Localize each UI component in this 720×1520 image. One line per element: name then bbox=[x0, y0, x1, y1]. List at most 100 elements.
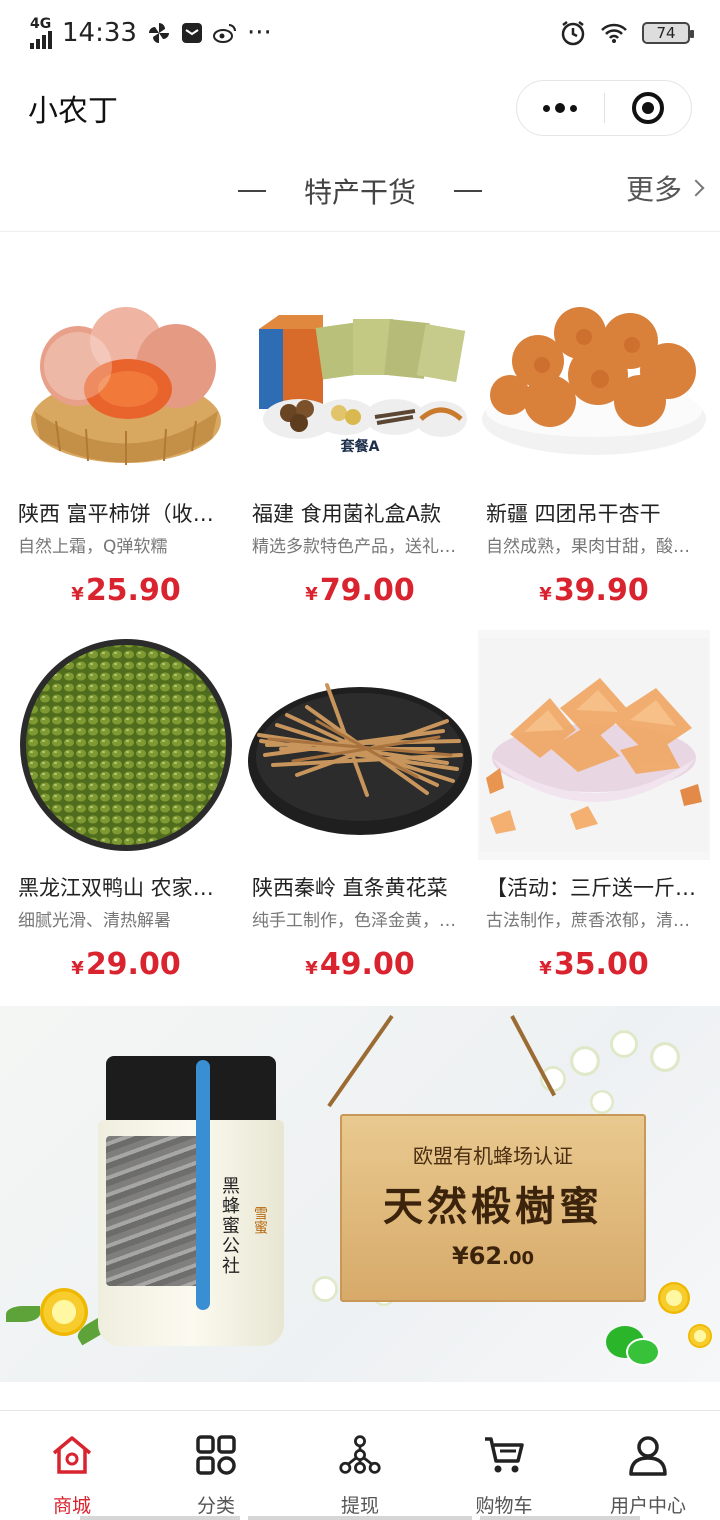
banner-price-dec: .00 bbox=[502, 1248, 534, 1269]
alarm-icon bbox=[561, 21, 585, 46]
lemon-slice-image bbox=[688, 1324, 712, 1348]
flower-image bbox=[312, 1276, 338, 1302]
image-caption: 套餐A bbox=[340, 439, 380, 455]
withdraw-network-icon bbox=[338, 1433, 382, 1477]
dried-persimmon-icon bbox=[31, 307, 221, 465]
product-image bbox=[478, 630, 710, 860]
tab-label: 商城 bbox=[52, 1495, 91, 1517]
product-title: 【活动：三斤送一斤】老冰糖 bbox=[486, 876, 710, 900]
status-bar: 4G 14:33 ··· 74 bbox=[0, 0, 720, 66]
product-price: ¥49.00 bbox=[244, 947, 476, 982]
tab-cart[interactable]: 购物车 bbox=[432, 1411, 576, 1520]
section-title-wrap: 特产干货 bbox=[237, 171, 482, 211]
currency-symbol: ¥ bbox=[539, 958, 552, 979]
tab-withdraw[interactable]: 提现 bbox=[288, 1411, 432, 1520]
category-grid-icon bbox=[194, 1433, 238, 1477]
spoon-graphic bbox=[196, 1060, 210, 1310]
currency-symbol: ¥ bbox=[71, 958, 84, 979]
currency-symbol: ¥ bbox=[305, 584, 318, 605]
daylily-icon bbox=[248, 683, 472, 835]
product-card[interactable]: 陕西 富平柿饼（收藏加购优先发货） 自然上霜，Q弹软糯 ¥25.90 bbox=[10, 256, 242, 608]
page-title: 小农丁 bbox=[28, 94, 118, 129]
price-value: 49.00 bbox=[319, 947, 415, 982]
gesture-bar bbox=[248, 1516, 472, 1520]
gesture-bar bbox=[80, 1516, 240, 1520]
tab-label: 购物车 bbox=[475, 1495, 533, 1517]
leaf-image bbox=[6, 1306, 40, 1322]
title-bar: 小农丁 bbox=[0, 66, 720, 150]
more-label: 更多 bbox=[625, 173, 682, 206]
home-icon bbox=[50, 1433, 94, 1477]
price-value: 29.00 bbox=[85, 947, 181, 982]
more-notifications: ··· bbox=[246, 18, 272, 48]
banner-currency: ¥ bbox=[452, 1242, 469, 1270]
weibo-icon bbox=[212, 24, 236, 43]
product-price: ¥39.90 bbox=[478, 573, 710, 608]
more-dots-icon bbox=[543, 103, 578, 113]
clock: 14:33 bbox=[62, 18, 137, 48]
jar-photo-label bbox=[106, 1136, 201, 1286]
currency-symbol: ¥ bbox=[71, 584, 84, 605]
promo-banner[interactable]: 欧盟有机蜂场认证 天然椴樹蜜 ¥62.00 黑蜂蜜公社 雪蜜 bbox=[0, 1006, 720, 1382]
tab-category[interactable]: 分类 bbox=[144, 1411, 288, 1520]
product-image bbox=[478, 256, 710, 486]
product-title: 新疆 四团吊干杏干 bbox=[486, 502, 661, 526]
jar-lid bbox=[106, 1056, 276, 1126]
product-desc: 精选多款特色产品，送礼佳品 bbox=[252, 537, 473, 557]
product-card[interactable]: 【活动：三斤送一斤】老冰糖 古法制作，蔗香浓郁，清甜润口 ¥35.00 bbox=[478, 630, 710, 982]
product-price: ¥35.00 bbox=[478, 947, 710, 982]
honey-jar-image: 黑蜂蜜公社 雪蜜 bbox=[98, 1056, 284, 1348]
product-price: ¥79.00 bbox=[244, 573, 476, 608]
price-value: 79.00 bbox=[319, 573, 415, 608]
battery-level: 74 bbox=[656, 24, 676, 42]
title-dash-right bbox=[454, 189, 482, 192]
product-card[interactable]: 陕西秦岭 直条黄花菜 纯手工制作，色泽金黄，口感爽滑 ¥49.00 bbox=[244, 630, 476, 982]
product-image bbox=[10, 630, 242, 860]
more-options-button[interactable] bbox=[517, 81, 604, 135]
flower-image bbox=[590, 1090, 614, 1114]
lemon-slice-image bbox=[658, 1282, 690, 1314]
rock-sugar-icon bbox=[480, 638, 708, 852]
cart-icon bbox=[482, 1433, 526, 1477]
product-title: 陕西 富平柿饼（收藏加购优先发货） bbox=[18, 502, 242, 526]
banner-headline: 天然椴樹蜜 bbox=[383, 1183, 603, 1230]
product-image bbox=[244, 630, 476, 860]
price-value: 39.90 bbox=[553, 573, 649, 608]
section-header: 特产干货 更多 bbox=[0, 150, 720, 232]
hanging-rope bbox=[327, 1014, 394, 1108]
banner-price-int: 62 bbox=[468, 1242, 503, 1270]
price-value: 35.00 bbox=[553, 947, 649, 982]
jar-tag: 雪蜜 bbox=[252, 1206, 268, 1234]
product-image: 套餐A bbox=[244, 256, 476, 486]
product-card[interactable]: 套餐A 福建 食用菌礼盒A款 精选多款特色产品，送礼佳品 ¥79.00 bbox=[244, 256, 476, 608]
product-price: ¥29.00 bbox=[10, 947, 242, 982]
product-title: 黑龙江双鸭山 农家绿豆 bbox=[18, 876, 235, 900]
flower-image bbox=[570, 1046, 600, 1076]
product-title: 福建 食用菌礼盒A款 bbox=[252, 502, 442, 526]
flower-image bbox=[650, 1042, 680, 1072]
product-desc: 自然上霜，Q弹软糯 bbox=[18, 537, 168, 557]
gesture-bar bbox=[480, 1516, 640, 1520]
user-icon bbox=[626, 1433, 670, 1477]
more-link[interactable]: 更多 bbox=[625, 168, 705, 208]
network-type: 4G bbox=[30, 16, 52, 32]
wechat-icon[interactable] bbox=[606, 1326, 662, 1370]
product-card[interactable]: 黑龙江双鸭山 农家绿豆 细腻光滑、清热解暑 ¥29.00 bbox=[10, 630, 242, 982]
tab-mall[interactable]: 商城 bbox=[0, 1411, 144, 1520]
product-card[interactable]: 新疆 四团吊干杏干 自然成熟，果肉甘甜，酸甜可口 ¥39.90 bbox=[478, 256, 710, 608]
wifi-icon bbox=[601, 23, 627, 43]
tab-user-center[interactable]: 用户中心 bbox=[576, 1411, 720, 1520]
mini-program-capsule bbox=[516, 80, 692, 136]
close-mini-program-button[interactable] bbox=[605, 81, 692, 135]
signal-icon bbox=[30, 31, 52, 49]
product-image bbox=[10, 256, 242, 486]
price-value: 25.90 bbox=[85, 573, 181, 608]
product-desc: 自然成熟，果肉甘甜，酸甜可口 bbox=[486, 537, 710, 557]
tab-label: 用户中心 bbox=[609, 1495, 686, 1517]
product-desc: 纯手工制作，色泽金黄，口感爽滑 bbox=[252, 911, 476, 931]
network-indicator: 4G bbox=[30, 17, 52, 49]
tab-label: 提现 bbox=[340, 1495, 379, 1517]
flower-image bbox=[610, 1030, 638, 1058]
tab-label: 分类 bbox=[196, 1495, 235, 1517]
banner-subtitle: 欧盟有机蜂场认证 bbox=[413, 1144, 573, 1168]
